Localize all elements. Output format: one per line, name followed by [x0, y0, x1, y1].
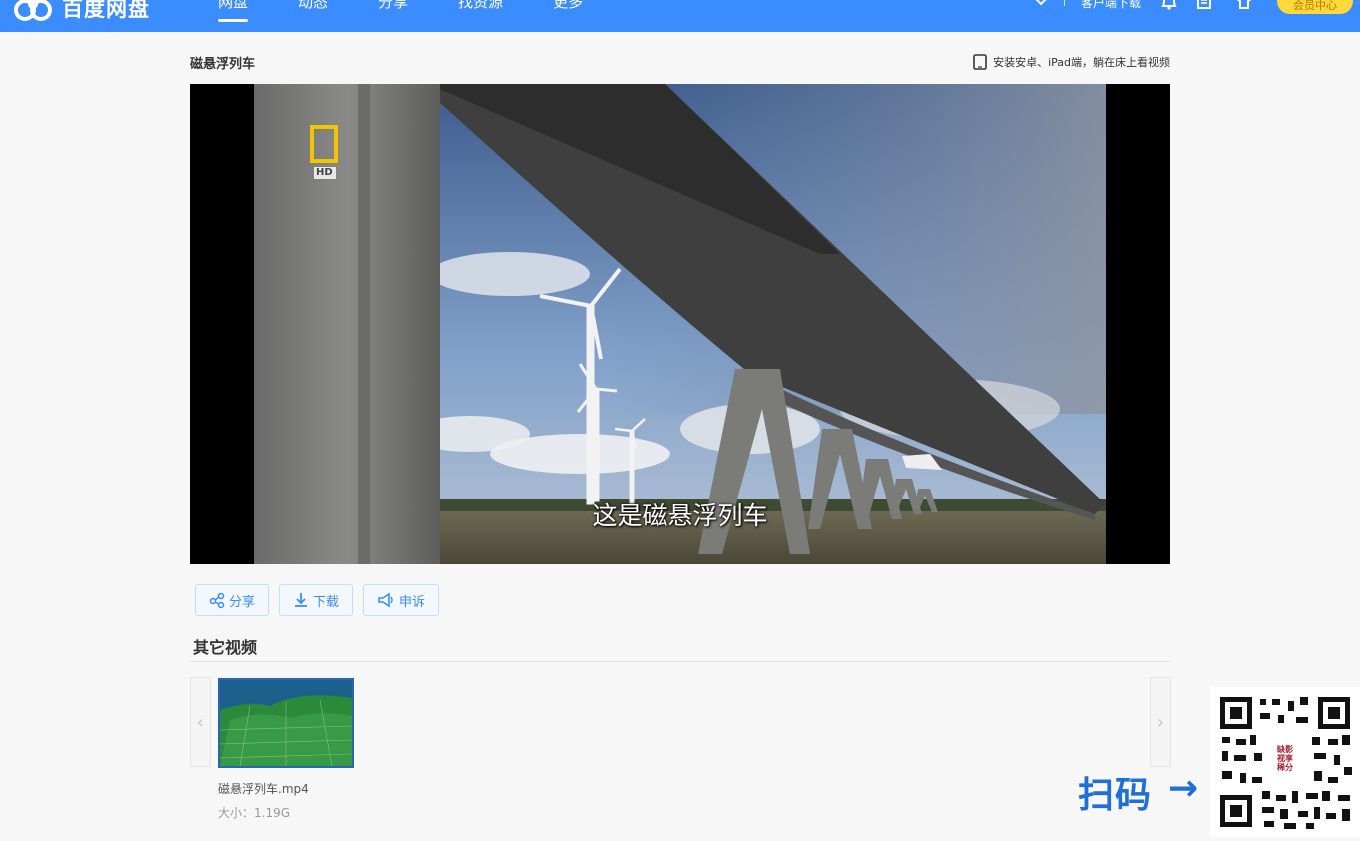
thumbnail-image — [220, 680, 352, 766]
cloud-logo-icon — [14, 0, 52, 21]
notes-icon[interactable] — [1196, 0, 1212, 10]
download-icon — [295, 593, 308, 607]
client-download-link[interactable]: 客户端下载 — [1081, 0, 1141, 11]
nav-item-share[interactable]: 分享 — [378, 0, 408, 22]
share-button[interactable]: 分享 — [195, 584, 270, 616]
other-videos-title: 其它视频 — [193, 638, 258, 657]
channel-badge: HD — [316, 167, 333, 178]
nav-item-activity[interactable]: 动态 — [298, 0, 328, 22]
install-tip-text: 安装安卓、iPad端，躺在床上看视频 — [993, 56, 1170, 69]
arrow-right-icon: → — [1168, 768, 1199, 809]
qr-center-label: 缺影 视享 稀分 — [1272, 745, 1298, 779]
video-subtitle: 这是磁悬浮列车 — [592, 501, 768, 530]
logo[interactable]: 百度网盘 — [14, 0, 150, 26]
video-size: 大小：1.19G — [218, 806, 291, 820]
main-nav: 网盘 动态 分享 找资源 更多 — [218, 0, 633, 30]
separator — [1064, 0, 1065, 6]
qr-label-line1: 缺影 — [1277, 745, 1293, 754]
video-player[interactable]: HD 这是磁悬浮列车 — [190, 84, 1170, 564]
upload-shirt-icon[interactable] — [1234, 0, 1254, 10]
chevron-down-icon[interactable] — [1035, 0, 1047, 6]
megaphone-icon — [378, 592, 393, 608]
qr-label-line2: 视享 — [1277, 754, 1293, 763]
action-bar: 分享 下载 申诉 — [195, 584, 449, 616]
download-button[interactable]: 下载 — [279, 584, 354, 616]
bell-icon[interactable] — [1160, 0, 1178, 10]
page-title: 磁悬浮列车 — [190, 57, 256, 72]
share-button-label: 分享 — [229, 594, 256, 610]
video-name[interactable]: 磁悬浮列车.mp4 — [218, 780, 309, 797]
vip-center-button[interactable]: 会员中心 — [1277, 0, 1353, 14]
share-icon — [209, 592, 225, 608]
report-button-label: 申诉 — [399, 594, 426, 610]
scan-code-text: 扫码 — [1078, 775, 1153, 816]
carousel-prev-button[interactable]: ‹ — [190, 677, 211, 767]
video-thumbnail[interactable] — [218, 678, 354, 768]
nav-item-netdisk[interactable]: 网盘 — [218, 0, 249, 22]
top-bar: 百度网盘 网盘 动态 分享 找资源 更多 客户端下载 会员中心 — [0, 0, 1360, 32]
report-button[interactable]: 申诉 — [363, 584, 440, 616]
nav-item-more[interactable]: 更多 — [553, 0, 583, 22]
install-app-tip[interactable]: 安装安卓、iPad端，躺在床上看视频 — [973, 54, 1170, 70]
nav-item-find-resources[interactable]: 找资源 — [458, 0, 503, 22]
tablet-icon — [973, 54, 987, 70]
logo-text: 百度网盘 — [62, 0, 150, 21]
qr-label-line3: 稀分 — [1277, 763, 1293, 772]
download-button-label: 下载 — [313, 594, 340, 610]
section-divider — [190, 661, 1170, 662]
carousel-next-button[interactable]: › — [1150, 677, 1171, 767]
